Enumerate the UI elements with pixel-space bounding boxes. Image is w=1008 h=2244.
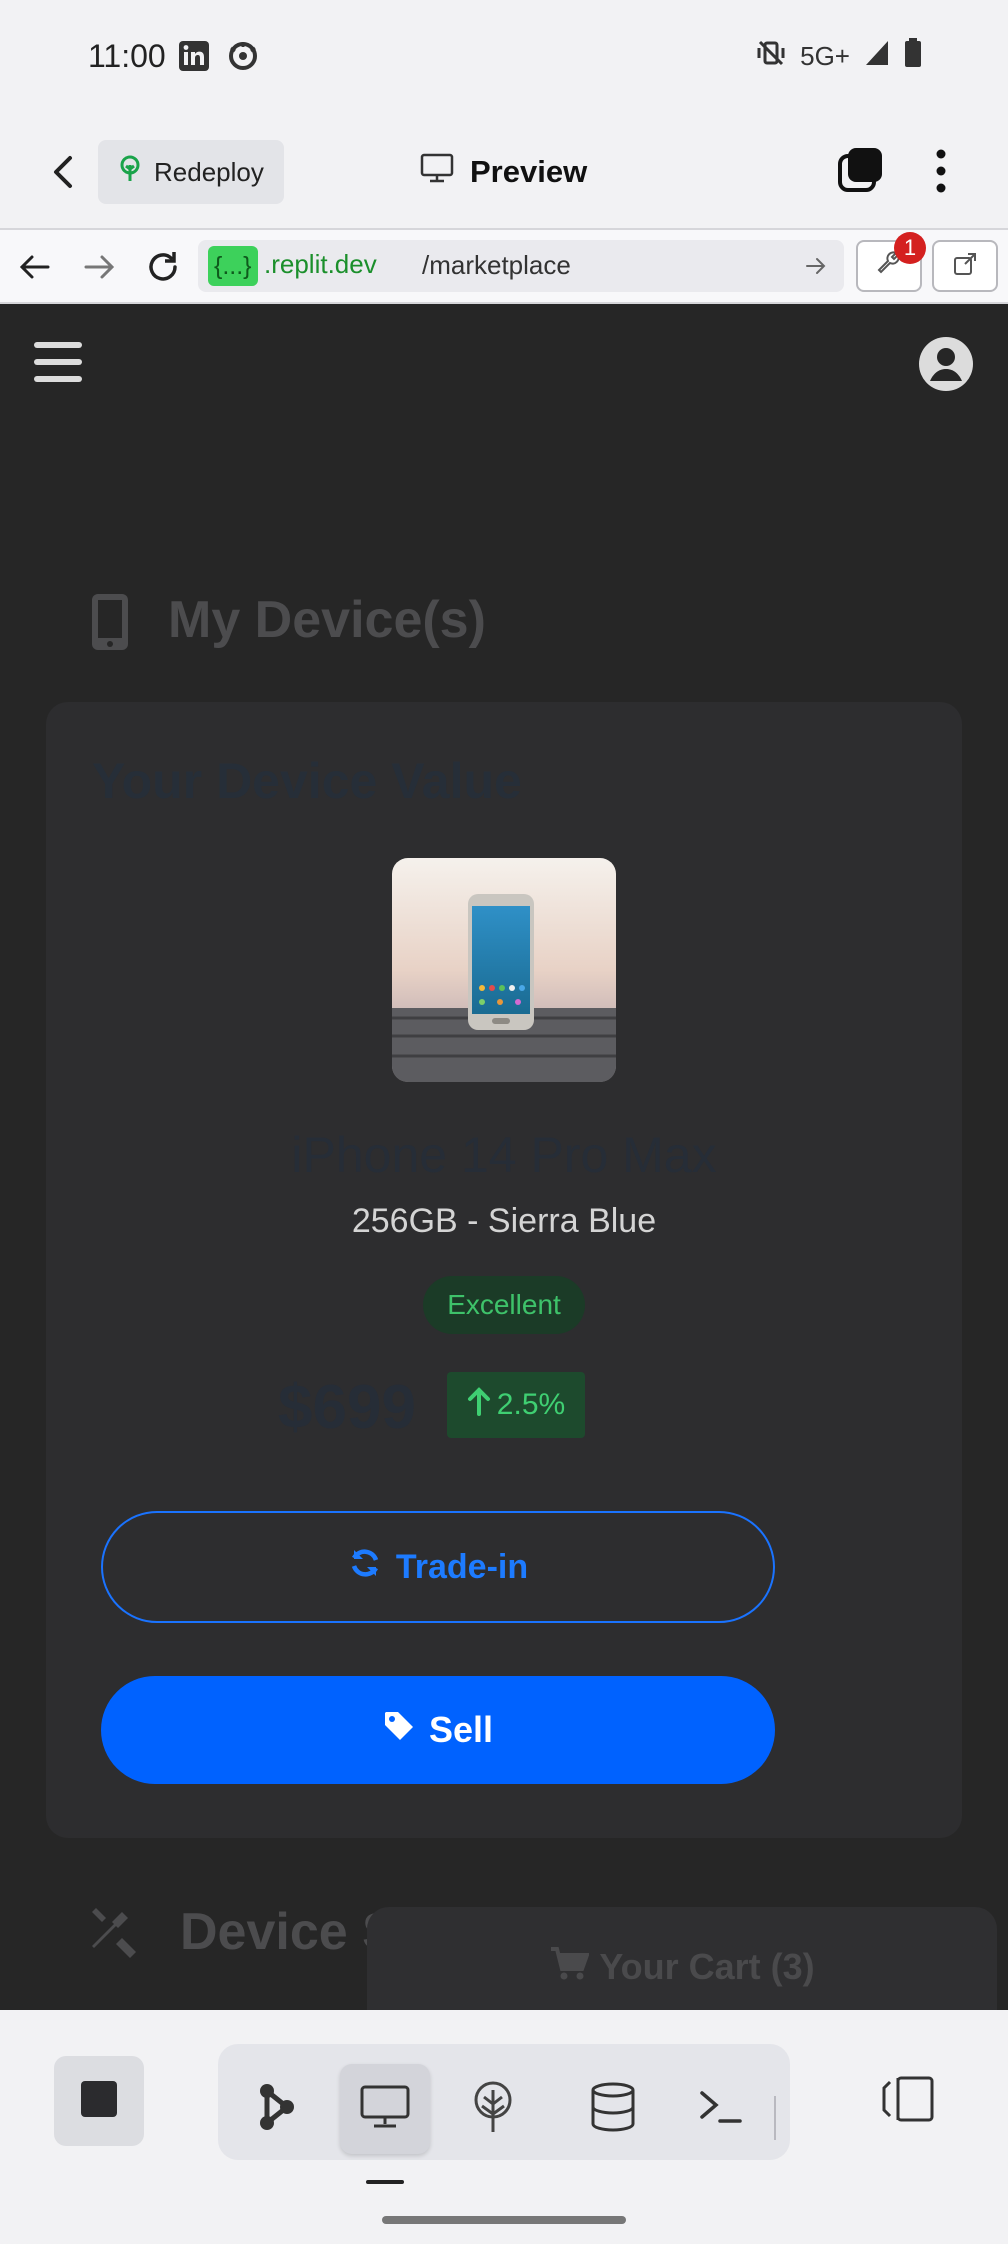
price-change-badge: 2.5% xyxy=(447,1372,585,1438)
signal-icon xyxy=(864,39,890,74)
redeploy-label: Redeploy xyxy=(154,156,264,187)
deploy-tree-icon xyxy=(471,2080,515,2139)
url-input[interactable]: {...} .replit.dev /marketplace xyxy=(198,240,844,292)
tab-shell[interactable] xyxy=(676,2064,766,2154)
url-host-badge: {...} xyxy=(208,246,258,286)
refresh-icon xyxy=(348,1546,382,1589)
mobile-phone-icon xyxy=(90,594,130,655)
monitor-icon xyxy=(420,153,454,191)
tab-deployments[interactable] xyxy=(448,2064,538,2154)
device-name: iPhone 14 Pro Max xyxy=(291,1127,717,1183)
price-tag-icon xyxy=(383,1709,415,1751)
tab-preview[interactable] xyxy=(340,2064,430,2154)
vibrate-off-icon xyxy=(756,38,786,75)
cloud-sync-icon xyxy=(226,40,258,72)
back-arrow-icon[interactable] xyxy=(46,152,82,197)
user-account-icon[interactable] xyxy=(918,336,974,397)
device-photo xyxy=(392,858,616,1082)
monitor-icon xyxy=(360,2085,410,2134)
status-bar: 11:00 5G+ xyxy=(0,0,1008,118)
app-header: Redeploy Preview xyxy=(0,118,1008,228)
more-menu-icon[interactable] xyxy=(926,148,956,199)
sell-button[interactable]: Sell xyxy=(101,1676,775,1784)
go-arrow-icon[interactable] xyxy=(804,254,828,283)
devtools-badge: 1 xyxy=(894,232,926,264)
tools-icon xyxy=(88,1904,144,1965)
nav-back-icon[interactable] xyxy=(18,250,52,289)
price-change-value: 2.5% xyxy=(496,1388,566,1421)
nav-forward-icon[interactable] xyxy=(82,250,116,289)
stop-icon xyxy=(79,2079,119,2124)
external-link-icon xyxy=(952,251,978,282)
device-section-title: Device S xyxy=(180,1903,397,1961)
tabs-switcher-icon[interactable] xyxy=(836,146,886,201)
open-external-button[interactable] xyxy=(932,240,998,292)
webview-content: My Device(s) Your Device Value iPhone 14… xyxy=(0,304,1008,2010)
linkedin-icon xyxy=(178,40,210,72)
url-path: /marketplace xyxy=(422,250,571,280)
device-spec: 256GB - Sierra Blue xyxy=(351,1202,657,1240)
card-title: Your Device Value xyxy=(92,753,522,809)
sell-label: Sell xyxy=(428,1709,494,1750)
trade-in-button[interactable]: Trade-in xyxy=(101,1511,775,1623)
condition-badge: Excellent xyxy=(423,1276,585,1334)
status-right-group: 5G+ xyxy=(756,38,922,75)
split-view-icon[interactable] xyxy=(880,2074,936,2129)
cart-label: Your Cart (3) xyxy=(599,1946,815,1987)
battery-icon xyxy=(904,38,922,75)
terminal-icon xyxy=(698,2087,744,2132)
preview-label: Preview xyxy=(470,154,588,189)
workspace-tab-group xyxy=(218,2044,790,2160)
status-time: 11:00 xyxy=(88,38,166,74)
cart-button[interactable]: Your Cart (3) xyxy=(367,1907,997,2010)
tab-divider xyxy=(774,2096,776,2140)
trade-in-label: Trade-in xyxy=(395,1547,529,1586)
active-tab-indicator xyxy=(366,2180,404,2184)
shopping-cart-icon xyxy=(549,1945,591,1990)
device-value-card: Your Device Value iPhone 14 Pro Max 256G… xyxy=(46,702,962,1838)
url-bar: {...} .replit.dev /marketplace 1 xyxy=(0,228,1008,304)
hamburger-menu-icon[interactable] xyxy=(34,340,84,389)
my-devices-title: My Device(s) xyxy=(168,591,486,649)
network-type: 5G+ xyxy=(800,41,850,71)
deploy-tree-icon xyxy=(118,155,142,190)
redeploy-button[interactable]: Redeploy xyxy=(98,140,284,204)
preview-tab-title: Preview xyxy=(420,144,587,200)
device-price: $699 xyxy=(278,1373,416,1442)
devtools-button[interactable]: 1 xyxy=(856,232,926,292)
arrow-up-icon xyxy=(467,1386,491,1424)
workspace-toolbar xyxy=(0,2010,1008,2244)
url-host: .replit.dev xyxy=(264,249,377,279)
home-indicator[interactable] xyxy=(382,2216,626,2224)
tab-agent[interactable] xyxy=(232,2064,322,2154)
agent-nodes-icon xyxy=(257,2083,297,2136)
reload-icon[interactable] xyxy=(144,248,182,291)
stop-button[interactable] xyxy=(54,2056,144,2146)
tab-database[interactable] xyxy=(568,2064,658,2154)
database-icon xyxy=(591,2082,635,2137)
